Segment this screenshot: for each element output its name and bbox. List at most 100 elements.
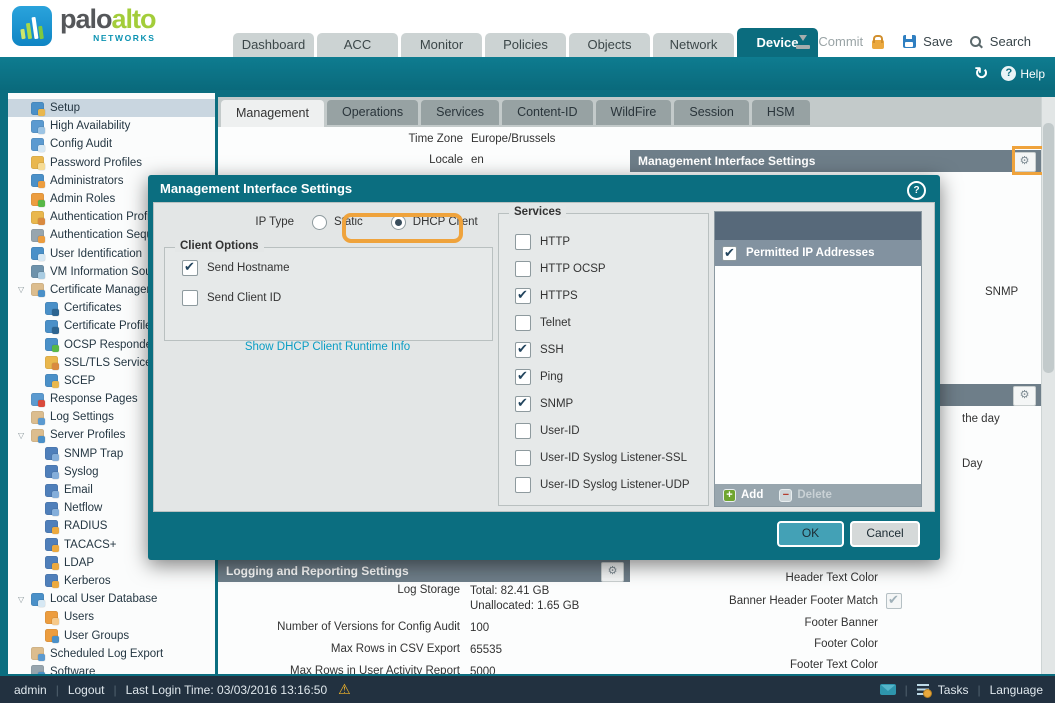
- cancel-button[interactable]: Cancel: [850, 521, 920, 547]
- certificates-icon: [45, 302, 58, 315]
- tasks-icon: [917, 684, 929, 696]
- high-availability-icon: [31, 120, 44, 133]
- vertical-scrollbar[interactable]: [1041, 97, 1055, 674]
- service-row[interactable]: User-ID: [499, 417, 708, 444]
- service-checkbox[interactable]: [515, 450, 531, 466]
- subtab-operations[interactable]: Operations: [327, 100, 418, 125]
- logging-panel-gear-icon[interactable]: ⚙: [601, 562, 624, 582]
- service-row[interactable]: User-ID Syslog Listener-SSL: [499, 444, 708, 471]
- subtab-hsm[interactable]: HSM: [752, 100, 810, 125]
- language-button[interactable]: Language: [990, 683, 1043, 697]
- tree-expand-icon[interactable]: [18, 431, 31, 440]
- sidebar-item-label: User Identification: [50, 248, 142, 260]
- table-top-header: [715, 212, 921, 240]
- setting-value: 100: [460, 621, 489, 636]
- service-row[interactable]: HTTPS: [499, 282, 708, 309]
- device-subtabs: ManagementOperationsServicesContent-IDWi…: [218, 97, 1042, 127]
- service-checkbox[interactable]: [515, 288, 531, 304]
- service-row[interactable]: SNMP: [499, 390, 708, 417]
- paloalto-logo[interactable]: paloalto NETWORKS: [12, 6, 156, 46]
- sidebar-item[interactable]: Config Audit: [8, 135, 215, 153]
- service-checkbox[interactable]: [515, 423, 531, 439]
- tab-acc[interactable]: ACC: [317, 33, 398, 57]
- service-row[interactable]: HTTP: [499, 228, 708, 255]
- logout-link[interactable]: Logout: [68, 683, 105, 697]
- delete-button[interactable]: − Delete: [779, 489, 832, 502]
- tab-objects[interactable]: Objects: [569, 33, 650, 57]
- ip-type-row: IP Type Static DHCP Client: [154, 211, 478, 233]
- search-button[interactable]: Search: [990, 34, 1031, 49]
- sidebar-item-label: Local User Database: [50, 593, 157, 605]
- subtab-services[interactable]: Services: [421, 100, 499, 125]
- banner-panel-gear-icon[interactable]: ⚙: [1013, 386, 1036, 406]
- sidebar-item[interactable]: Software: [8, 663, 215, 674]
- ldap-icon: [45, 556, 58, 569]
- subtab-management[interactable]: Management: [221, 100, 324, 127]
- service-checkbox[interactable]: [515, 369, 531, 385]
- subtab-content-id[interactable]: Content-ID: [502, 100, 592, 125]
- banner-header-footer-match-row: Banner Header Footer Match: [630, 593, 902, 609]
- send-client-id-label: Send Client ID: [207, 292, 281, 304]
- static-radio[interactable]: [312, 215, 327, 230]
- sidebar-item[interactable]: Password Profiles: [8, 154, 215, 172]
- service-checkbox[interactable]: [515, 261, 531, 277]
- sidebar-item[interactable]: Users: [8, 608, 215, 626]
- authentication-profile-icon: [31, 211, 44, 224]
- service-row[interactable]: Ping: [499, 363, 708, 390]
- warning-icon[interactable]: ⚠: [338, 681, 351, 698]
- service-checkbox[interactable]: [515, 477, 531, 493]
- service-row[interactable]: Telnet: [499, 309, 708, 336]
- add-button[interactable]: + Add: [723, 489, 763, 502]
- search-icon: [969, 35, 983, 49]
- sidebar-item[interactable]: Setup: [8, 99, 215, 117]
- tab-policies[interactable]: Policies: [485, 33, 566, 57]
- tab-monitor[interactable]: Monitor: [401, 33, 482, 57]
- vm-information-sources-icon: [31, 265, 44, 278]
- sidebar-item[interactable]: High Availability: [8, 117, 215, 135]
- service-checkbox[interactable]: [515, 396, 531, 412]
- tree-expand-icon[interactable]: [18, 595, 31, 604]
- service-row[interactable]: SSH: [499, 336, 708, 363]
- lock-icon[interactable]: [872, 40, 884, 49]
- tab-dashboard[interactable]: Dashboard: [233, 33, 314, 57]
- subtab-session[interactable]: Session: [674, 100, 748, 125]
- background-snmp-text: SNMP: [985, 286, 1018, 298]
- service-checkbox[interactable]: [515, 234, 531, 250]
- setting-value: en: [463, 154, 484, 166]
- commit-button[interactable]: Commit: [818, 34, 863, 49]
- client-options-group: Client Options Send Hostname Send Client…: [164, 247, 493, 341]
- show-dhcp-runtime-link[interactable]: Show DHCP Client Runtime Info: [164, 341, 491, 353]
- tasks-button[interactable]: Tasks: [938, 683, 969, 697]
- service-row[interactable]: User-ID Syslog Listener-UDP: [499, 471, 708, 498]
- sidebar-item[interactable]: Kerberos: [8, 572, 215, 590]
- table-body[interactable]: [715, 266, 921, 484]
- sidebar-item-label: SCEP: [64, 375, 95, 387]
- help-button[interactable]: ? Help: [1001, 66, 1045, 81]
- dialog-help-icon[interactable]: ?: [907, 181, 926, 200]
- messages-icon[interactable]: [880, 684, 896, 695]
- subtab-wildfire[interactable]: WildFire: [596, 100, 672, 125]
- send-hostname-row[interactable]: Send Hostname: [182, 260, 289, 276]
- password-profiles-icon: [31, 156, 44, 169]
- banner-header-footer-match-checkbox[interactable]: [886, 593, 902, 609]
- scrollbar-thumb[interactable]: [1043, 123, 1054, 373]
- select-all-checkbox[interactable]: [722, 246, 737, 261]
- tab-network[interactable]: Network: [653, 33, 734, 57]
- general-setting-row: Locale en: [218, 154, 484, 166]
- setting-value: Europe/Brussels: [463, 133, 555, 145]
- send-client-id-checkbox[interactable]: [182, 290, 198, 306]
- save-button[interactable]: Save: [923, 34, 953, 49]
- service-row[interactable]: HTTP OCSP: [499, 255, 708, 282]
- sidebar-item[interactable]: Scheduled Log Export: [8, 645, 215, 663]
- send-hostname-checkbox[interactable]: [182, 260, 198, 276]
- ok-button[interactable]: OK: [777, 521, 844, 547]
- tree-expand-icon[interactable]: [18, 285, 31, 294]
- refresh-icon[interactable]: ↻: [974, 64, 988, 84]
- service-checkbox[interactable]: [515, 315, 531, 331]
- certificate-profile-icon: [45, 320, 58, 333]
- send-client-id-row[interactable]: Send Client ID: [182, 290, 281, 306]
- sidebar-item[interactable]: Local User Database: [8, 590, 215, 608]
- service-checkbox[interactable]: [515, 342, 531, 358]
- sidebar-item[interactable]: User Groups: [8, 626, 215, 644]
- server-profiles-icon: [31, 429, 44, 442]
